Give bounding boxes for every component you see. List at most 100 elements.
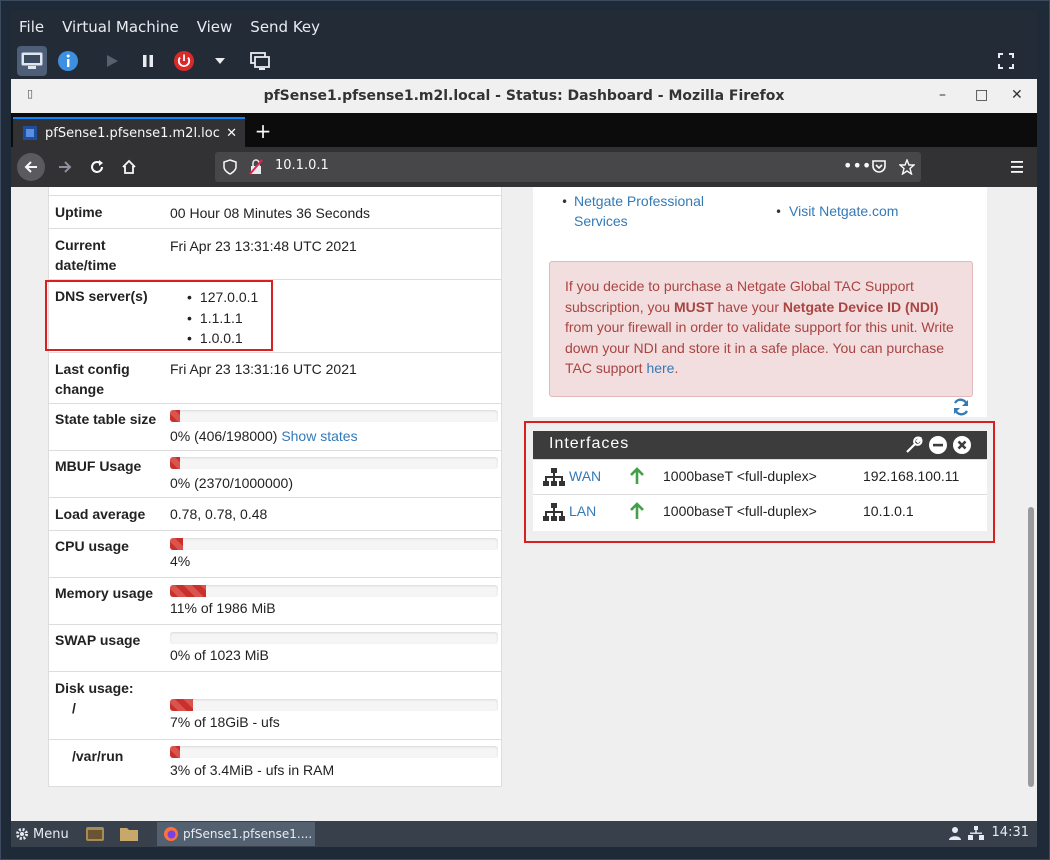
- clock[interactable]: 14:31: [992, 825, 1029, 840]
- scrollbar-thumb[interactable]: [1028, 507, 1034, 787]
- state-table-progress-fill: [170, 410, 180, 422]
- minimize-button[interactable]: –: [939, 87, 946, 103]
- menu-send-key[interactable]: Send Key: [250, 18, 320, 36]
- memory-value: 11% of 1986 MiB: [170, 600, 276, 616]
- last-config-row: Last config change Fri Apr 23 13:31:16 U…: [49, 352, 501, 403]
- mbuf-value: 0% (2370/1000000): [170, 475, 293, 491]
- close-tab-icon[interactable]: ✕: [226, 126, 237, 141]
- disk-varrun-row: /var/run 3% of 3.4MiB - ufs in RAM: [49, 739, 501, 787]
- reload-button[interactable]: [83, 153, 111, 181]
- home-button[interactable]: [115, 153, 143, 181]
- uptime-row: Uptime 00 Hour 08 Minutes 36 Seconds: [49, 195, 501, 228]
- insecure-lock-icon[interactable]: [249, 159, 263, 175]
- hamburger-icon: [1011, 161, 1023, 173]
- taskbar-item-label: pfSense1.pfsense1....: [183, 827, 313, 841]
- home-icon: [122, 159, 136, 174]
- disk-varrun-value: 3% of 3.4MiB - ufs in RAM: [170, 762, 335, 778]
- tab-pfsense-dashboard[interactable]: pfSense1.pfsense1.m2l.loc ✕: [13, 117, 245, 147]
- shutdown-button[interactable]: [169, 46, 199, 76]
- cpu-progress: [170, 538, 498, 550]
- tac-here-link[interactable]: here: [646, 360, 674, 376]
- show-states-link[interactable]: Show states: [281, 428, 357, 444]
- disk-root-progress-fill: [170, 699, 193, 711]
- power-icon: [174, 51, 194, 71]
- swap-progress: [170, 632, 498, 644]
- fullscreen-button[interactable]: [991, 46, 1021, 76]
- terminal-launcher-icon[interactable]: [85, 825, 105, 843]
- bullet: •: [775, 205, 783, 219]
- datetime-label-2: date/time: [55, 257, 117, 273]
- app-menu-button[interactable]: [1003, 153, 1031, 181]
- disk-varrun-progress: [170, 746, 498, 758]
- vm-menubar: File Virtual Machine View Send Key: [11, 11, 1037, 43]
- disk-root-progress: [170, 699, 498, 711]
- forward-button[interactable]: [51, 153, 79, 181]
- dns-highlight-box: [45, 280, 273, 351]
- gear-icon: [16, 828, 28, 840]
- pause-button[interactable]: [133, 46, 163, 76]
- state-table-count: 0% (406/198000): [170, 428, 278, 444]
- last-config-label-1: Last config: [55, 361, 130, 377]
- maximize-button[interactable]: □: [975, 87, 988, 103]
- disk-mount-varrun: /var/run: [72, 748, 124, 764]
- tac-support-alert: If you decide to purchase a Netgate Glob…: [549, 261, 973, 397]
- back-button[interactable]: [17, 153, 45, 181]
- interfaces-highlight-box: [524, 421, 995, 543]
- url-bar[interactable]: 10.1.0.1 •••: [215, 152, 921, 182]
- refresh-icon[interactable]: [951, 397, 971, 417]
- memory-label: Memory usage: [55, 585, 154, 601]
- alert-emphasis: Netgate Device ID (NDI): [782, 298, 939, 315]
- pocket-icon[interactable]: [871, 159, 887, 175]
- start-menu-button[interactable]: Menu: [15, 827, 69, 842]
- shutdown-menu-button[interactable]: [205, 46, 235, 76]
- firefox-titlebar: ▯ pfSense1.pfsense1.m2l.local - Status: …: [11, 79, 1037, 113]
- load-average-label: Load average: [55, 506, 146, 522]
- memory-progress-fill: [170, 585, 206, 597]
- uptime-value: 00 Hour 08 Minutes 36 Seconds: [170, 205, 371, 221]
- new-tab-button[interactable]: +: [251, 119, 275, 143]
- menu-view[interactable]: View: [197, 18, 233, 36]
- disk-root-row: Disk usage: / 7% of 18GiB - ufs: [49, 671, 501, 739]
- cpu-row: CPU usage 4%: [49, 530, 501, 577]
- system-information-widget: Uptime 00 Hour 08 Minutes 36 Seconds Cur…: [48, 187, 502, 787]
- network-status-icon[interactable]: [967, 825, 984, 840]
- monitor-icon: [21, 52, 43, 69]
- menu-virtual-machine[interactable]: Virtual Machine: [62, 18, 179, 36]
- state-table-value: 0% (406/198000) Show states: [170, 426, 358, 446]
- console-view-button[interactable]: [17, 46, 47, 76]
- netgate-professional-services-link-1[interactable]: Netgate Professional: [574, 191, 704, 211]
- taskbar: Menu pfSense1.pfsense1.... 14:31: [11, 821, 1037, 847]
- tab-strip: pfSense1.pfsense1.m2l.loc ✕ +: [11, 113, 1037, 147]
- details-button[interactable]: [53, 46, 83, 76]
- visit-netgate-link[interactable]: Visit Netgate.com: [789, 201, 898, 221]
- window-menu-icon[interactable]: ▯: [27, 87, 33, 100]
- page-viewport: Uptime 00 Hour 08 Minutes 36 Seconds Cur…: [11, 187, 1037, 821]
- taskbar-firefox-window[interactable]: pfSense1.pfsense1....: [157, 822, 315, 846]
- firefox-icon: [164, 827, 178, 841]
- mbuf-progress-fill: [170, 457, 180, 469]
- page-actions-icon[interactable]: •••: [843, 156, 871, 175]
- datetime-value: Fri Apr 23 13:31:48 UTC 2021: [170, 238, 357, 254]
- netgate-professional-services-link-2[interactable]: Services: [574, 211, 628, 231]
- netgate-services-widget: • Netgate Professional Services • Visit …: [533, 187, 987, 417]
- folder-launcher-icon[interactable]: [119, 825, 139, 843]
- mbuf-label: MBUF Usage: [55, 458, 142, 474]
- load-average-row: Load average 0.78, 0.78, 0.48: [49, 497, 501, 530]
- load-average-value: 0.78, 0.78, 0.48: [170, 506, 268, 522]
- datetime-row: Current date/time Fri Apr 23 13:31:48 UT…: [49, 228, 501, 279]
- run-button[interactable]: [97, 46, 127, 76]
- cpu-progress-fill: [170, 538, 183, 550]
- disk-mount-root: /: [72, 700, 76, 716]
- chevron-down-icon: [215, 58, 225, 64]
- snapshots-button[interactable]: [245, 46, 275, 76]
- page-scrollbar[interactable]: [1025, 187, 1037, 821]
- play-icon: [107, 55, 118, 67]
- vm-toolbar: [11, 43, 1037, 79]
- bookmark-star-icon[interactable]: [899, 159, 915, 175]
- menu-file[interactable]: File: [19, 18, 44, 36]
- memory-progress: [170, 585, 498, 597]
- navigation-toolbar: 10.1.0.1 •••: [11, 147, 1037, 187]
- close-window-button[interactable]: ✕: [1011, 87, 1023, 103]
- user-icon[interactable]: [948, 826, 962, 840]
- uptime-label: Uptime: [55, 204, 103, 220]
